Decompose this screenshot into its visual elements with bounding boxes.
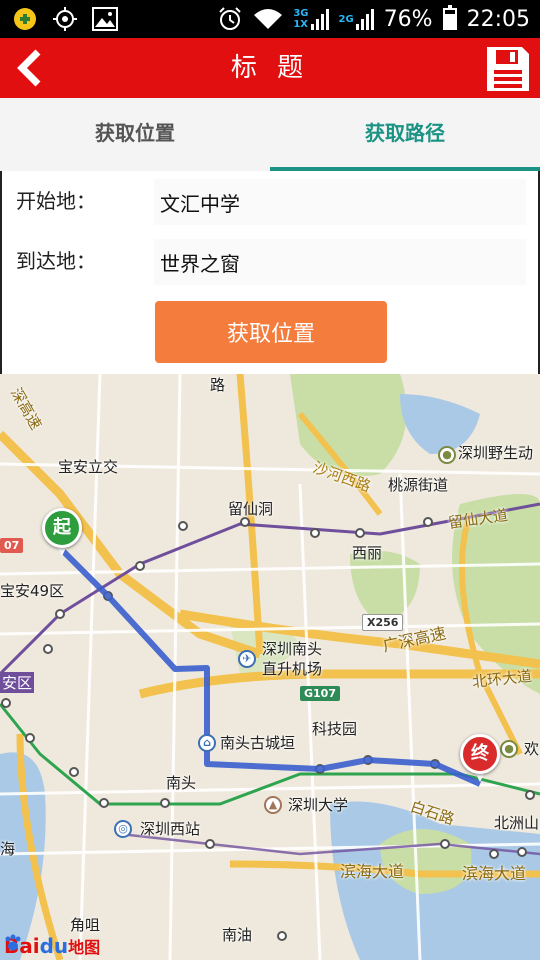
map-label-anqu: 安区	[0, 672, 35, 693]
end-input[interactable]	[154, 239, 526, 285]
gallery-icon	[92, 7, 118, 31]
station-poi-icon[interactable]: ◎	[114, 820, 132, 838]
map-label-baoan-49: 宝安49区	[0, 582, 65, 600]
start-label: 开始地：	[16, 189, 96, 213]
university-poi-icon[interactable]: ▲	[264, 796, 282, 814]
get-location-button[interactable]: 获取位置	[155, 301, 387, 363]
map-label-nantou-gucheng: 南头古城垣	[220, 734, 296, 752]
end-marker[interactable]: 终	[460, 734, 500, 784]
battery-icon	[442, 5, 457, 30]
park-poi-icon[interactable]: ●	[500, 740, 518, 758]
landmark-poi-icon[interactable]: ⌂	[198, 734, 216, 752]
status-right: 3G 1X 2G 76% 22:05	[217, 0, 530, 38]
map-label-beizhou: 北洲山	[494, 814, 540, 832]
signal-icon-2	[355, 9, 374, 30]
wifi-icon	[254, 9, 283, 29]
network-2g-indicator: 2G	[339, 8, 374, 30]
map-label-taoyuan-jiedao: 桃源街道	[388, 476, 449, 494]
clock: 22:05	[466, 6, 530, 32]
map-label-nanyou: 南油	[222, 926, 253, 944]
title-bar: 标 题	[0, 38, 540, 98]
end-marker-label: 终	[460, 734, 500, 774]
tab-bar: 获取位置 获取路径	[0, 98, 540, 171]
map-label-liuxiandong: 留仙洞	[228, 500, 274, 518]
map-label-hai: 海	[0, 840, 16, 858]
map-label-nantou-heliport: 深圳南头	[262, 640, 323, 658]
map-view[interactable]: 路 宝安立交 留仙洞 沙河西路 桃源街道 深圳野生动 留仙大道 西丽 宝安49区…	[0, 374, 540, 960]
map-label-shenzhen-yeshengdong: 深圳野生动	[458, 444, 534, 462]
map-label-sz-xi: 深圳西站	[140, 820, 201, 838]
zoo-poi-icon[interactable]: ●	[438, 446, 456, 464]
start-marker[interactable]: 起	[42, 508, 82, 558]
map-label-baoan-lijiao: 宝安立交	[58, 458, 119, 476]
road-shield-g107: G107	[300, 686, 340, 701]
location-icon	[53, 7, 77, 31]
start-marker-label: 起	[42, 508, 82, 548]
map-label-nantou: 南头	[166, 774, 197, 792]
tab-get-location[interactable]: 获取位置	[0, 98, 270, 171]
road-shield-07: 07	[0, 538, 24, 553]
map-label-jiaozui: 角咀	[70, 916, 101, 934]
network-3g-indicator: 3G 1X	[293, 8, 329, 30]
map-label-binhai-dadao-2: 滨海大道	[462, 864, 527, 883]
map-label-binhai-dadao: 滨海大道	[340, 862, 405, 881]
save-icon	[487, 47, 529, 91]
network-2g-label: 2G	[338, 13, 354, 25]
map-label-szu: 深圳大学	[288, 796, 349, 814]
app-notification-icon	[14, 8, 36, 30]
airport-poi-icon[interactable]: ✈	[238, 650, 256, 668]
logo-du: du	[39, 934, 69, 958]
page-title: 标 题	[230, 53, 310, 83]
logo-ditu: 地图	[68, 938, 101, 957]
route-form: 开始地： 到达地： 获取位置	[0, 171, 540, 374]
network-1x-label: 1X	[293, 19, 309, 30]
start-input[interactable]	[154, 179, 526, 225]
start-row: 开始地：	[2, 177, 540, 225]
status-left	[12, 6, 118, 32]
battery-fill	[444, 14, 455, 28]
end-label: 到达地：	[16, 249, 96, 273]
road-shield-x256: X256	[362, 614, 404, 631]
battery-percent: 76%	[383, 6, 433, 32]
map-label-kejiyuan: 科技园	[312, 720, 358, 738]
map-label-huan: 欢	[524, 740, 540, 758]
map-label-lu: 路	[210, 376, 226, 394]
alarm-icon	[219, 7, 242, 30]
tab-get-route[interactable]: 获取路径	[270, 98, 540, 171]
baidu-map-logo: Bai du地图	[4, 934, 100, 958]
status-bar: 3G 1X 2G 76% 22:05	[0, 0, 540, 38]
end-row: 到达地：	[2, 237, 540, 285]
signal-icon	[310, 9, 329, 30]
save-button[interactable]	[484, 44, 532, 94]
map-label-xili: 西丽	[352, 544, 383, 562]
map-label-nantou-heliport-2: 直升机场	[262, 660, 323, 678]
baidu-paw-icon	[5, 934, 21, 951]
network-3g-label: 3G	[293, 8, 309, 19]
